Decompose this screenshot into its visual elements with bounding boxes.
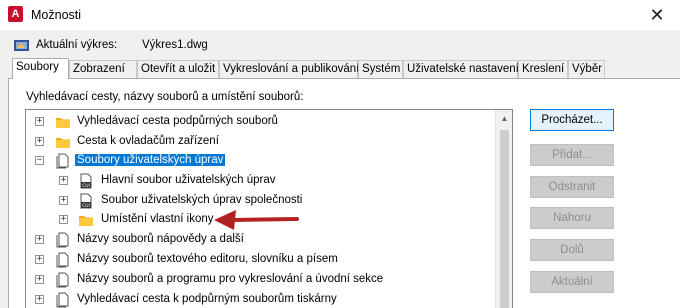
tab-vykreslovani-a-publikovani[interactable]: Vykreslování a publikování bbox=[219, 60, 359, 78]
add-button[interactable]: Přidat... bbox=[530, 144, 614, 166]
drawing-file-icon bbox=[14, 40, 29, 51]
tree-node-main-customization-file[interactable]: + CUI Hlavní soubor uživatelských úprav bbox=[26, 171, 494, 191]
tab-system[interactable]: Systém bbox=[358, 60, 403, 78]
search-paths-label: Vyhledávací cesty, názvy souborů a umíst… bbox=[26, 91, 304, 103]
remove-button[interactable]: Odstranit bbox=[530, 176, 614, 198]
tree-node-label: Vyhledávací cesta k podpůrným souborům t… bbox=[77, 293, 337, 305]
tree-node-support-search-path[interactable]: + Vyhledávací cesta podpůrných souborů bbox=[26, 112, 494, 132]
tab-vyber[interactable]: Výběr bbox=[568, 60, 605, 78]
tree-node-custom-icon-location[interactable]: + Umístění vlastní ikony bbox=[26, 210, 494, 230]
svg-text:CUI: CUI bbox=[82, 183, 90, 189]
tab-zobrazeni[interactable]: Zobrazení bbox=[69, 60, 137, 78]
tree-node-printer-support-path[interactable]: + Vyhledávací cesta k podpůrným souborům… bbox=[26, 290, 494, 308]
folder-icon bbox=[56, 118, 70, 128]
expand-toggle[interactable]: + bbox=[59, 215, 68, 224]
tree-node-text-editor-file-names[interactable]: + Názvy souborů textového editoru, slovn… bbox=[26, 250, 494, 270]
title-bar: A Možnosti ✕ bbox=[0, 0, 680, 30]
folder-icon bbox=[79, 216, 93, 226]
tree-node-help-file-names[interactable]: + Názvy souborů nápovědy a další bbox=[26, 230, 494, 250]
move-down-button[interactable]: Dolů bbox=[530, 239, 614, 261]
documents-icon bbox=[56, 292, 69, 308]
tree-node-label: Soubor uživatelských úprav společnosti bbox=[101, 194, 303, 206]
expand-toggle[interactable]: + bbox=[35, 137, 44, 146]
expand-toggle[interactable]: + bbox=[35, 295, 44, 304]
tab-otevrit-a-ulozit[interactable]: Otevřít a uložit bbox=[137, 60, 219, 78]
search-paths-tree[interactable]: + Vyhledávací cesta podpůrných souborů +… bbox=[25, 109, 513, 308]
tree-node-label: Hlavní soubor uživatelských úprav bbox=[101, 174, 276, 186]
tree-vertical-scrollbar[interactable]: ▲ bbox=[495, 110, 512, 308]
set-current-button[interactable]: Aktuální bbox=[530, 271, 614, 293]
window-title: Možnosti bbox=[31, 8, 82, 22]
cui-file-icon: CUI bbox=[80, 193, 92, 209]
tree-node-enterprise-customization-file[interactable]: + CUI Soubor uživatelských úprav společn… bbox=[26, 191, 494, 211]
tab-kresleni[interactable]: Kreslení bbox=[518, 60, 568, 78]
tree-node-label: Názvy souborů nápovědy a další bbox=[77, 233, 244, 245]
expand-toggle[interactable]: + bbox=[35, 275, 44, 284]
browse-button[interactable]: Procházet... bbox=[530, 109, 614, 131]
tree-node-device-driver-path[interactable]: + Cesta k ovladačům zařízení bbox=[26, 132, 494, 152]
documents-icon bbox=[56, 252, 69, 268]
folder-icon bbox=[56, 138, 70, 148]
collapse-toggle[interactable]: − bbox=[35, 156, 44, 165]
tree-node-customization-files[interactable]: − Soubory uživatelských úprav bbox=[26, 151, 494, 171]
move-up-button[interactable]: Nahoru bbox=[530, 207, 614, 229]
expand-toggle[interactable]: + bbox=[59, 176, 68, 185]
tree-node-label: Cesta k ovladačům zařízení bbox=[77, 135, 219, 147]
tree-node-print-file-names[interactable]: + Názvy souborů a programu pro vykreslov… bbox=[26, 270, 494, 290]
scroll-up-arrow-icon[interactable]: ▲ bbox=[496, 110, 512, 127]
scroll-thumb[interactable] bbox=[500, 130, 509, 308]
tab-soubory[interactable]: Soubory bbox=[12, 58, 69, 79]
tree-node-label: Umístění vlastní ikony bbox=[101, 213, 214, 225]
documents-icon bbox=[56, 232, 69, 248]
tab-uzivatelske-nastaveni[interactable]: Uživatelské nastavení bbox=[403, 60, 519, 78]
svg-text:CUI: CUI bbox=[82, 203, 90, 209]
expand-toggle[interactable]: + bbox=[35, 255, 44, 264]
tree-node-label: Názvy souborů a programu pro vykreslován… bbox=[77, 273, 384, 285]
expand-toggle[interactable]: + bbox=[35, 117, 44, 126]
tree-node-label: Soubory uživatelských úprav bbox=[75, 154, 226, 166]
current-drawing-value: Výkres1.dwg bbox=[142, 39, 208, 51]
current-drawing-label: Aktuální výkres: bbox=[36, 39, 118, 51]
tree-node-label: Názvy souborů textového editoru, slovník… bbox=[77, 253, 338, 265]
expand-toggle[interactable]: + bbox=[35, 235, 44, 244]
close-button[interactable]: ✕ bbox=[634, 0, 680, 30]
autocad-app-icon: A bbox=[8, 6, 23, 22]
expand-toggle[interactable]: + bbox=[59, 196, 68, 205]
documents-icon bbox=[56, 153, 69, 169]
documents-icon bbox=[56, 272, 69, 288]
tree-node-label: Vyhledávací cesta podpůrných souborů bbox=[77, 115, 278, 127]
cui-file-icon: CUI bbox=[80, 173, 92, 189]
